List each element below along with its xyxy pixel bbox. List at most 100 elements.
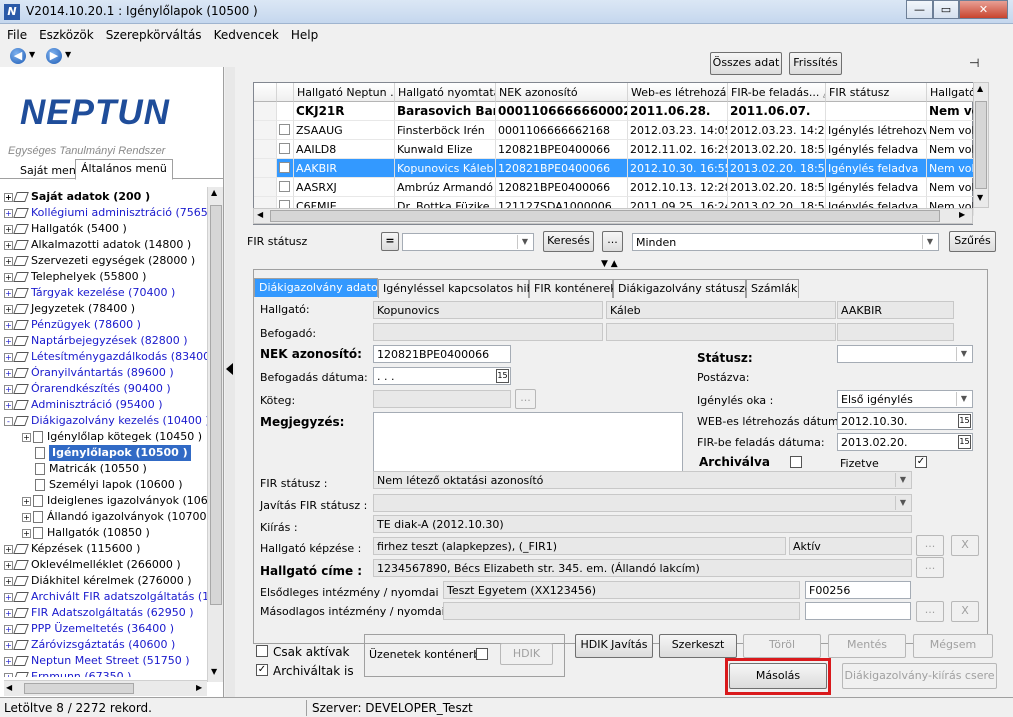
- tab-fir-kontenerek[interactable]: FIR konténerek: [529, 279, 617, 298]
- expand-icon[interactable]: +: [4, 400, 13, 410]
- expand-icon[interactable]: +: [4, 592, 13, 602]
- mentes-button[interactable]: Mentés: [828, 634, 906, 658]
- tree-node[interactable]: + Alkalmazotti adatok (14800 ): [4, 237, 191, 253]
- tree-node[interactable]: + Igénylőlap kötegek (10450 ): [22, 429, 202, 445]
- tree-node[interactable]: + Ernmunn (67350 ): [4, 669, 131, 677]
- filter-value-select[interactable]: Minden ▼: [632, 233, 939, 251]
- tree-node[interactable]: + FIR Adatszolgáltatás (62950 ): [4, 605, 194, 621]
- table-row[interactable]: ZSAAUG Finsterböck Irén 0001106666662168 20…: [254, 121, 974, 140]
- csak-aktivak-checkbox[interactable]: [256, 645, 268, 657]
- archivaltak-checkbox[interactable]: ✓: [256, 664, 268, 676]
- expand-icon[interactable]: +: [4, 576, 13, 586]
- masodlagos-code-input[interactable]: [805, 602, 911, 620]
- tree-horizontal-scrollbar[interactable]: ◀ ▶: [4, 680, 207, 696]
- grid-header-hallgatoi[interactable]: Hallgatói: [927, 83, 974, 102]
- close-button[interactable]: ✕: [959, 0, 1008, 19]
- row-indicator[interactable]: [254, 178, 277, 197]
- tree-node[interactable]: + Hallgatók (10850 ): [22, 525, 150, 541]
- expand-icon[interactable]: +: [22, 432, 31, 442]
- tree-node[interactable]: + Neptun Meet Street (51750 ): [4, 653, 190, 669]
- forward-dropdown-icon[interactable]: ▼: [65, 50, 71, 59]
- statusz-select[interactable]: ▼: [837, 345, 973, 363]
- table-row[interactable]: AASRXJ Ambrúz Armandó 120821BPE0400066 2012…: [254, 178, 974, 197]
- tree-node[interactable]: + Tárgyak kezelése (70400 ): [4, 285, 175, 301]
- expand-icon[interactable]: +: [4, 336, 13, 346]
- fir-datum-input[interactable]: 2013.02.20. 15: [837, 433, 973, 451]
- filter-more-button[interactable]: ...: [602, 231, 623, 252]
- koteg-more-button[interactable]: ...: [515, 389, 536, 409]
- expand-icon[interactable]: +: [4, 208, 13, 218]
- scrollbar-thumb[interactable]: [210, 205, 222, 605]
- expand-icon[interactable]: +: [4, 352, 13, 362]
- tree-node[interactable]: + Archivált FIR adatszolgáltatás (14: [4, 589, 208, 605]
- expand-icon[interactable]: +: [4, 560, 13, 570]
- tree-node[interactable]: + Állandó igazolványok (10700: [22, 509, 207, 525]
- maximize-button[interactable]: ▭: [933, 0, 959, 19]
- collapse-icon[interactable]: -: [4, 416, 13, 426]
- row-checkbox[interactable]: [279, 181, 290, 192]
- archivalva-checkbox[interactable]: [790, 456, 802, 468]
- befogadas-datum-input[interactable]: . . . 15: [373, 367, 511, 385]
- tree-node[interactable]: + Diákhitel kérelmek (276000 ): [4, 573, 192, 589]
- nek-input[interactable]: 120821BPE0400066: [373, 345, 511, 363]
- grid-header-fir-feladas[interactable]: FIR-be feladás... △: [728, 83, 826, 102]
- frissites-button[interactable]: Frissítés: [789, 52, 842, 75]
- szerkeszt-button[interactable]: Szerkeszt: [659, 634, 737, 658]
- tree-node[interactable]: + Létesítménygazdálkodás (83400: [4, 349, 208, 365]
- expand-icon[interactable]: +: [4, 672, 13, 677]
- row-indicator[interactable]: [254, 102, 277, 121]
- igenyles-oka-select[interactable]: Első igénylés ▼: [837, 390, 973, 408]
- torol-button[interactable]: Töröl: [743, 634, 821, 658]
- table-row[interactable]: CKJ21RBarasovich Barsz000110666666000220…: [254, 102, 974, 121]
- expand-icon[interactable]: +: [4, 384, 13, 394]
- expand-icon[interactable]: +: [4, 240, 13, 250]
- expand-icon[interactable]: +: [22, 512, 31, 522]
- tree-node[interactable]: + Óranyilvántartás (89600 ): [4, 365, 174, 381]
- tree-node[interactable]: + Jegyzetek (78400 ): [4, 301, 135, 317]
- expand-icon[interactable]: +: [4, 608, 13, 618]
- kiiras-csere-button[interactable]: Diákigazolvány-kiírás csere: [842, 663, 997, 689]
- menu-szerepkorvaltas[interactable]: Szerepkörváltás: [99, 25, 207, 42]
- tree-node[interactable]: + Hallgatók (5400 ): [4, 221, 127, 237]
- tree-node[interactable]: + Saját adatok (200 ): [4, 189, 150, 205]
- tree-node[interactable]: + Kollégiumi adminisztráció (75650: [4, 205, 208, 221]
- menu-eszkozok[interactable]: Eszközök: [32, 25, 99, 42]
- menu-kedvencek[interactable]: Kedvencek: [207, 25, 284, 42]
- row-checkbox[interactable]: [279, 124, 290, 135]
- kereses-button[interactable]: Keresés: [543, 231, 594, 252]
- kepzes-clear-button[interactable]: X: [951, 535, 979, 556]
- back-dropdown-icon[interactable]: ▼: [29, 50, 35, 59]
- row-indicator[interactable]: [254, 159, 277, 178]
- tree-node[interactable]: + Pénzügyek (78600 ): [4, 317, 141, 333]
- table-row[interactable]: AAILD8 Kunwald Elize 120821BPE0400066 2012.…: [254, 140, 974, 159]
- grid-vertical-scrollbar[interactable]: ▲ ▼: [973, 82, 989, 208]
- row-checkbox[interactable]: [279, 143, 290, 154]
- cim-more-button[interactable]: ...: [916, 557, 944, 578]
- table-row[interactable]: AAKBIR Kopunovics Káleb 120821BPE0400066 20…: [254, 159, 974, 178]
- tree-node[interactable]: + PPP Üzemeltetés (36400 ): [4, 621, 174, 637]
- grid-horizontal-scrollbar[interactable]: ◀ ▶: [253, 208, 973, 224]
- tree-node[interactable]: + Ideiglenes igazolványok (1065: [22, 493, 208, 509]
- filter-operator-button[interactable]: =: [381, 232, 399, 251]
- expand-icon[interactable]: +: [4, 288, 13, 298]
- menu-file[interactable]: File: [0, 25, 32, 42]
- tree-node[interactable]: - Diákigazolvány kezelés (10400 ): [4, 413, 208, 429]
- tree-node[interactable]: + Szervezeti egységek (28000 ): [4, 253, 195, 269]
- elsodleges-code-input[interactable]: F00256: [805, 581, 911, 599]
- osszes-adat-button[interactable]: Összes adat: [710, 52, 782, 75]
- megsem-button[interactable]: Mégsem: [913, 634, 993, 658]
- back-icon[interactable]: ◀: [10, 48, 26, 64]
- tree-node[interactable]: + Telephelyek (55800 ): [4, 269, 146, 285]
- grid-header-nek[interactable]: NEK azonosító: [496, 83, 628, 102]
- pin-icon[interactable]: ⊣: [969, 56, 979, 70]
- tab-igenylessel-kapcsolatos-hibak[interactable]: Igényléssel kapcsolatos hibák: [378, 279, 547, 298]
- expand-icon[interactable]: +: [4, 656, 13, 666]
- expand-icon[interactable]: +: [4, 368, 13, 378]
- expand-icon[interactable]: +: [4, 640, 13, 650]
- tab-diakigazolvany-statuszok[interactable]: Diákigazolvány státuszok: [613, 279, 758, 298]
- tree-node[interactable]: Személyi lapok (10600 ): [22, 477, 183, 493]
- expand-icon[interactable]: +: [4, 224, 13, 234]
- tree-node[interactable]: Matricák (10550 ): [22, 461, 147, 477]
- row-checkbox[interactable]: [279, 162, 290, 173]
- expand-icon[interactable]: +: [4, 624, 13, 634]
